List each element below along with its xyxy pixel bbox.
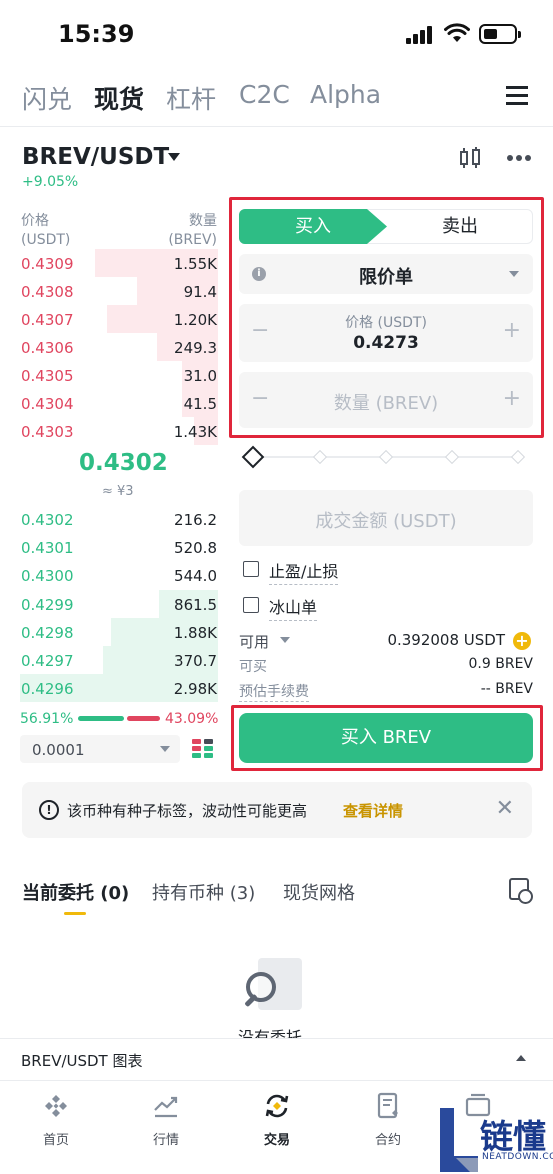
qty-increase-button[interactable]: + [503, 386, 521, 411]
nav-futures[interactable]: 合约 [348, 1091, 428, 1148]
bid-row[interactable]: 0.4299 861.5 [20, 590, 218, 618]
tab-open-orders[interactable]: 当前委托 (0) [22, 879, 129, 905]
notice-details-link[interactable]: 查看详情 [343, 800, 403, 821]
nav-markets[interactable]: 行情 [126, 1091, 206, 1148]
caret-up-icon [516, 1055, 526, 1061]
total-amount-input[interactable]: 成交金额 (USDT) [239, 490, 533, 546]
candlestick-chart-icon[interactable] [458, 146, 482, 170]
order-history-icon[interactable] [509, 878, 533, 904]
fee-value: -- BREV [480, 681, 533, 697]
status-time: 15:39 [58, 20, 135, 48]
tab-margin[interactable]: 杠杆 [166, 80, 216, 116]
watermark-brand: 链懂 [480, 1117, 546, 1156]
can-buy-label: 可买 [239, 659, 267, 675]
slider-step-75[interactable] [444, 449, 460, 465]
ask-row[interactable]: 0.4304 41.5 [20, 389, 218, 417]
caret-down-icon [160, 746, 170, 752]
buy-submit-button[interactable]: 买入 BREV [239, 713, 533, 763]
close-icon[interactable]: ✕ [496, 796, 514, 821]
cellular-signal-icon [406, 26, 434, 44]
tab-spot[interactable]: 现货 [94, 80, 144, 116]
active-tab-indicator [64, 912, 86, 915]
fee-label[interactable]: 预估手续费 [239, 681, 309, 702]
pair-selector[interactable]: BREV/USDT [22, 144, 169, 170]
empty-state-text: 没有委托 [238, 1028, 303, 1038]
chart-drawer-toggle[interactable]: BREV/USDT 图表 [0, 1038, 553, 1080]
bid-row[interactable]: 0.4302 216.2 [20, 505, 218, 533]
nav-trade[interactable]: 交易 [237, 1091, 317, 1148]
available-label[interactable]: 可用 [239, 631, 269, 652]
menu-icon[interactable] [506, 84, 528, 106]
buy-ratio-bar [78, 716, 124, 721]
ask-row[interactable]: 0.4305 31.0 [20, 361, 218, 389]
caret-down-icon[interactable] [168, 153, 180, 161]
more-options-icon[interactable] [506, 154, 532, 162]
watermark-logo [440, 1108, 478, 1172]
battery-icon [479, 24, 521, 44]
price-header: 价格 [21, 213, 49, 229]
can-buy-value: 0.9 BREV [468, 656, 533, 672]
tab-spot-grid[interactable]: 现货网格 [283, 879, 355, 905]
iceberg-label[interactable]: 冰山单 [269, 594, 318, 621]
buy-ratio: 56.91% [20, 711, 74, 727]
available-value: 0.392008 USDT [387, 631, 505, 649]
tab-convert[interactable]: 闪兑 [22, 80, 72, 116]
risk-notice: ! 该币种有种子标签，波动性可能更高 查看详情 ✕ [22, 782, 532, 838]
slider-step-100[interactable] [510, 449, 526, 465]
deposit-plus-icon[interactable]: + [513, 632, 531, 650]
last-price[interactable]: 0.4302 [79, 450, 168, 476]
trade-icon [265, 1094, 289, 1118]
ask-row[interactable]: 0.4308 91.4 [20, 277, 218, 305]
sell-ratio-bar [127, 716, 160, 721]
warning-icon: ! [39, 800, 59, 820]
order-type-select[interactable]: i 限价单 [239, 254, 533, 294]
ask-row[interactable]: 0.4309 1.55K [20, 249, 218, 277]
sell-tab[interactable]: 卖出 [387, 209, 533, 244]
ask-row[interactable]: 0.4303 1.43K [20, 417, 218, 445]
bid-row[interactable]: 0.4300 544.0 [20, 561, 218, 589]
amount-slider-handle[interactable] [241, 445, 265, 469]
caret-down-icon [509, 271, 519, 277]
tp-sl-label[interactable]: 止盈/止损 [269, 558, 339, 585]
tp-sl-checkbox[interactable] [243, 561, 259, 577]
depth-precision-select[interactable]: 0.0001 [20, 735, 180, 763]
orderbook-layout-icon[interactable] [192, 739, 214, 759]
nav-home[interactable]: 首页 [16, 1091, 96, 1148]
ask-row[interactable]: 0.4307 1.20K [20, 305, 218, 333]
last-price-cny: ≈ ¥3 [102, 484, 134, 499]
home-icon [45, 1095, 67, 1117]
slider-step-50[interactable] [378, 449, 394, 465]
watermark-site: NEATDOWN.COM [482, 1152, 553, 1162]
caret-down-icon[interactable] [280, 637, 290, 643]
tab-c2c[interactable]: C2C [239, 80, 290, 109]
bid-row[interactable]: 0.4296 2.98K [20, 674, 218, 702]
price-input[interactable]: − 价格 (USDT) 0.4273 + [239, 304, 533, 362]
divider [0, 126, 553, 127]
qty-header: 数量 [189, 213, 217, 229]
ask-row[interactable]: 0.4306 249.3 [20, 333, 218, 361]
futures-icon [377, 1092, 398, 1119]
tab-holdings[interactable]: 持有币种 (3) [152, 879, 255, 905]
price-change: +9.05% [22, 174, 79, 190]
quantity-input[interactable]: − 数量 (BREV) + [239, 372, 533, 428]
qty-unit: (BREV) [168, 232, 217, 248]
buy-tab[interactable]: 买入 [239, 209, 387, 244]
markets-icon [154, 1096, 178, 1118]
slider-step-25[interactable] [312, 449, 328, 465]
bid-row[interactable]: 0.4301 520.8 [20, 533, 218, 561]
bid-row[interactable]: 0.4297 370.7 [20, 646, 218, 674]
price-increase-button[interactable]: + [503, 318, 521, 343]
tab-alpha[interactable]: Alpha [310, 80, 381, 109]
wifi-icon [444, 23, 470, 42]
bid-row[interactable]: 0.4298 1.88K [20, 618, 218, 646]
iceberg-checkbox[interactable] [243, 597, 259, 613]
price-unit: (USDT) [21, 232, 71, 248]
sell-ratio: 43.09% [165, 711, 219, 727]
